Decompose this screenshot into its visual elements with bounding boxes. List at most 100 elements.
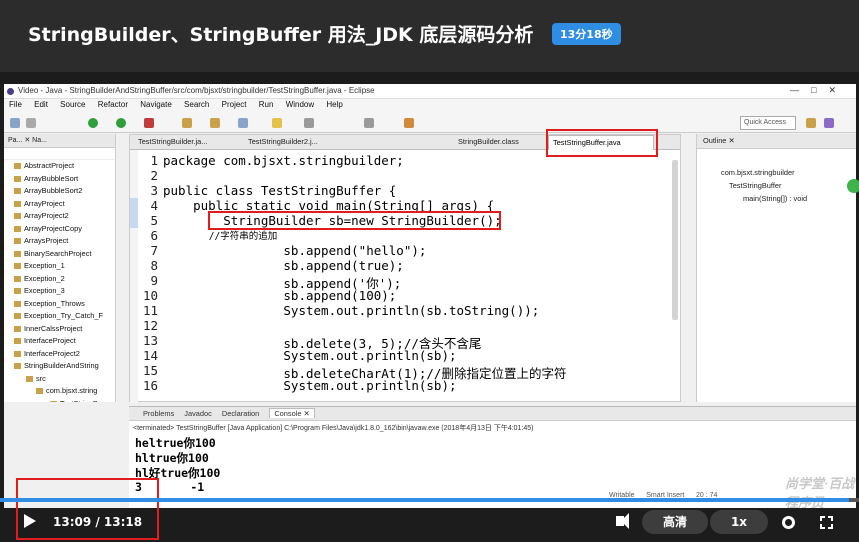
outline-class[interactable]: TestStringBuffer [729, 181, 781, 190]
menu-source[interactable]: Source [60, 100, 85, 109]
project-tree-item[interactable]: TestStringBu [4, 398, 115, 402]
project-tree-item[interactable]: BinarySearchProject [4, 248, 115, 261]
line-number: 4 [150, 198, 158, 213]
fullscreen-icon[interactable] [820, 516, 833, 529]
perspective-icon[interactable] [806, 118, 816, 128]
outline-method[interactable]: main(String[]) : void [743, 194, 807, 203]
package-explorer-tabs[interactable]: Pa... ✕ Na... [4, 134, 115, 148]
console-output-line: heltrue你100 [135, 436, 216, 450]
project-tree-item[interactable]: InterfaceProject2 [4, 348, 115, 361]
back-icon[interactable] [404, 118, 414, 128]
project-tree-item[interactable]: ArrayBubbleSort2 [4, 185, 115, 198]
project-tree-label: com.bjsxt.string [46, 386, 98, 395]
project-tree-label: ArrayProject [24, 198, 65, 208]
side-float-icon[interactable] [847, 179, 859, 193]
menu-refactor[interactable]: Refactor [98, 100, 128, 109]
menu-file[interactable]: File [9, 100, 22, 109]
duration-badge: 13分18秒 [552, 23, 621, 45]
project-icon [50, 400, 57, 402]
volume-icon[interactable] [616, 513, 629, 529]
project-tree-item[interactable]: ArrayProject2 [4, 210, 115, 223]
tab-console[interactable]: Console ✕ [269, 408, 315, 418]
project-tree-item[interactable]: ArraysProject [4, 235, 115, 248]
project-icon [14, 225, 21, 232]
tab-declaration[interactable]: Declaration [222, 409, 259, 418]
tab-teststringbuilder2[interactable]: TestStringBuilder2.j... [248, 137, 318, 146]
project-tree-item[interactable]: Exception_3 [4, 285, 115, 298]
line-number: 11 [142, 303, 158, 318]
menu-help[interactable]: Help [326, 100, 342, 109]
project-icon [14, 200, 21, 207]
project-tree-item[interactable]: InnerCalssProject [4, 323, 115, 336]
project-tree-item[interactable]: Exception_2 [4, 273, 115, 286]
play-icon[interactable] [24, 514, 36, 528]
settings-icon[interactable] [782, 516, 795, 529]
java-perspective-icon[interactable] [824, 118, 834, 128]
new-java-project-icon[interactable] [182, 118, 192, 128]
menu-window[interactable]: Window [286, 100, 314, 109]
project-tree-item[interactable]: InterfaceProject [4, 335, 115, 348]
project-tree-label: Exception_1 [24, 261, 65, 270]
tab-javadoc[interactable]: Javadoc [184, 409, 212, 418]
quick-access-field[interactable]: Quick Access [740, 116, 796, 130]
project-tree-item[interactable]: Exception_Try_Catch_F [4, 310, 115, 323]
code-area[interactable]: 1 package com.bjsxt.stringbuilder; 2 3 publi… [130, 150, 680, 403]
run-icon[interactable] [116, 118, 126, 128]
tab-teststringbuilder[interactable]: TestStringBuilder.ja... [138, 137, 207, 146]
tab-stringbuilder-class[interactable]: StringBuilder.class [458, 137, 519, 146]
video-progress-bar[interactable] [0, 498, 859, 502]
outline-package[interactable]: com.bjsxt.stringbuilder [721, 168, 795, 177]
line-number: 15 [142, 363, 158, 378]
highlight-stringbuilder-line [208, 211, 501, 230]
annotation-icon[interactable] [304, 118, 314, 128]
save-icon[interactable] [26, 118, 36, 128]
project-icon [14, 325, 21, 332]
code-line: public class TestStringBuffer { [163, 183, 397, 198]
window-controls[interactable]: —□✕ [790, 85, 848, 96]
code-line: System.out.println(sb); [163, 348, 457, 363]
video-header: StringBuilder、StringBuffer 用法_JDK 底层源码分析… [0, 0, 859, 72]
project-tree-label: InterfaceProject2 [24, 348, 80, 358]
outline-view: Outline ✕ com.bjsxt.stringbuilder TestSt… [696, 134, 856, 402]
project-icon [14, 163, 21, 170]
console-output-line: hltrue你100 [135, 451, 209, 465]
project-tree-item[interactable]: com.bjsxt.string [4, 385, 115, 398]
project-tree-label: Exception_3 [24, 286, 65, 295]
project-tree-item[interactable]: ArrayProjectCopy [4, 223, 115, 236]
debug-icon[interactable] [88, 118, 98, 128]
next-annotation-icon[interactable] [364, 118, 374, 128]
code-line: sb.append("hello"); [163, 243, 427, 258]
project-tree-item[interactable]: Exception_1 [4, 260, 115, 273]
project-icon [14, 263, 21, 270]
line-number: 6 [150, 228, 158, 243]
new-icon[interactable] [10, 118, 20, 128]
external-tools-icon[interactable] [144, 118, 154, 128]
menu-run[interactable]: Run [259, 100, 274, 109]
line-number: 3 [150, 183, 158, 198]
project-icon [26, 375, 33, 382]
speed-button[interactable]: 1x [710, 510, 768, 534]
project-tree-item[interactable]: Exception_Throws [4, 298, 115, 311]
project-tree-item[interactable]: src [4, 373, 115, 386]
outline-tab[interactable]: Outline ✕ [697, 134, 856, 149]
video-time: 13:09 / 13:18 [53, 515, 143, 529]
project-tree-label: ArraysProject [24, 236, 69, 245]
tab-problems[interactable]: Problems [143, 409, 174, 418]
line-number: 1 [150, 153, 158, 168]
editor-scrollbar[interactable] [672, 160, 678, 320]
search-icon[interactable] [238, 118, 248, 128]
menu-search[interactable]: Search [184, 100, 209, 109]
menu-navigate[interactable]: Navigate [140, 100, 172, 109]
project-tree-item[interactable]: ArrayProject [4, 198, 115, 211]
project-tree-item[interactable]: StringBuilderAndString [4, 360, 115, 373]
open-type-icon[interactable] [210, 118, 220, 128]
quality-button[interactable]: 高清 [642, 510, 708, 534]
toggle-mark-icon[interactable] [272, 118, 282, 128]
code-line: sb.append(true); [163, 258, 404, 273]
project-tree-item[interactable]: AbstractProject [4, 160, 115, 173]
menu-edit[interactable]: Edit [34, 100, 48, 109]
project-icon [14, 275, 21, 282]
console-terminated-line: <terminated> TestStringBuffer [Java Appl… [133, 425, 534, 432]
project-tree-item[interactable]: ArrayBubbleSort [4, 173, 115, 186]
menu-project[interactable]: Project [222, 100, 247, 109]
